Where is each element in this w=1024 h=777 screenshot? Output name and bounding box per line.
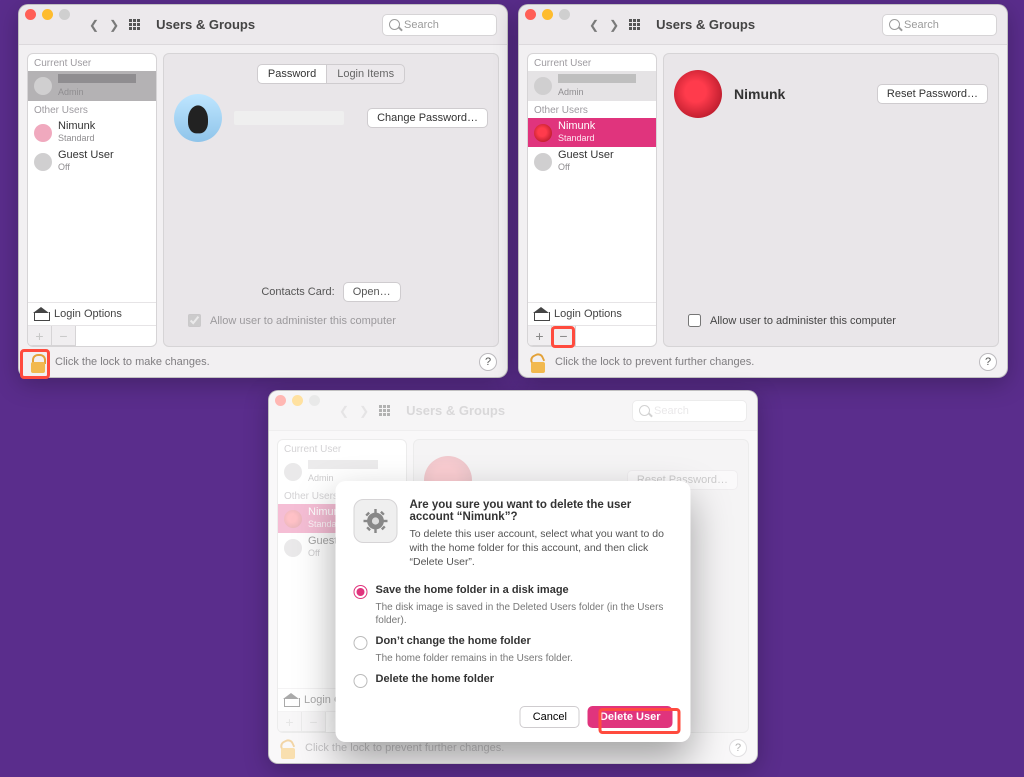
admin-checkbox — [188, 314, 201, 327]
user-avatar[interactable] — [174, 94, 222, 142]
admin-checkbox-label: Allow user to administer this computer — [210, 315, 396, 327]
forward-icon[interactable]: ❯ — [109, 18, 119, 32]
dialog-heading: Are you sure you want to delete the user… — [410, 499, 673, 523]
avatar-icon — [34, 153, 52, 171]
window-title: Users & Groups — [156, 17, 255, 32]
main-detail: Password Login Items Change Password… Co… — [163, 53, 499, 347]
delete-user-button[interactable]: Delete User — [588, 706, 673, 728]
tab-password[interactable]: Password — [257, 64, 327, 84]
sidebar-user-nimunk[interactable]: Nimunk Standard — [28, 118, 156, 147]
cancel-button[interactable]: Cancel — [520, 706, 580, 728]
user-sidebar: Current User Admin Other Users Nimunk St… — [527, 53, 657, 347]
current-user-row[interactable]: Admin — [28, 71, 156, 101]
avatar-icon — [534, 153, 552, 171]
sidebar-user-guest[interactable]: Guest User Off — [28, 147, 156, 176]
search-icon — [889, 19, 900, 30]
radio-save-disk-image[interactable]: Save the home folder in a disk image — [354, 584, 673, 599]
toolbar: ❮ ❯ Users & Groups Search — [19, 5, 507, 45]
radio-keep-folder[interactable]: Don’t change the home folder — [354, 635, 673, 650]
maximize-icon — [559, 9, 570, 20]
maximize-icon — [59, 9, 70, 20]
radio-icon — [354, 636, 368, 650]
system-prefs-icon — [354, 499, 398, 543]
tab-login-items[interactable]: Login Items — [327, 64, 405, 84]
contacts-card-label: Contacts Card: — [261, 286, 334, 298]
sidebar-user-nimunk[interactable]: Nimunk Standard — [528, 118, 656, 147]
back-icon[interactable]: ❮ — [589, 18, 599, 32]
minimize-icon[interactable] — [542, 9, 553, 20]
close-icon[interactable] — [25, 9, 36, 20]
change-password-button[interactable]: Change Password… — [367, 108, 488, 128]
search-input[interactable]: Search — [882, 14, 997, 36]
window-title: Users & Groups — [656, 17, 755, 32]
home-icon — [34, 308, 48, 320]
search-input[interactable]: Search — [382, 14, 497, 36]
grid-icon[interactable] — [129, 19, 140, 30]
search-icon — [389, 19, 400, 30]
user-display-name: Nimunk — [734, 86, 785, 102]
radio-icon — [354, 585, 368, 599]
toolbar: ❮ ❯ Users & Groups Search — [519, 5, 1007, 45]
remove-user-button[interactable]: − — [52, 326, 76, 346]
radio-icon — [354, 674, 368, 688]
login-options[interactable]: Login Options — [528, 302, 656, 325]
radio-sub: The home folder remains in the Users fol… — [376, 652, 673, 665]
admin-checkbox-label: Allow user to administer this computer — [710, 315, 896, 327]
remove-user-button[interactable]: − — [552, 326, 576, 346]
sidebar-user-guest[interactable]: Guest User Off — [528, 147, 656, 176]
help-icon[interactable]: ? — [479, 353, 497, 371]
close-icon[interactable] — [525, 9, 536, 20]
section-current: Current User — [528, 54, 656, 71]
avatar-icon — [34, 124, 52, 142]
admin-checkbox[interactable] — [688, 314, 701, 327]
grid-icon[interactable] — [629, 19, 640, 30]
avatar-icon — [34, 77, 52, 95]
add-user-button[interactable]: + — [28, 326, 52, 346]
forward-icon[interactable]: ❯ — [609, 18, 619, 32]
back-icon[interactable]: ❮ — [89, 18, 99, 32]
user-sidebar: Current User Admin Other Users Nimunk St… — [27, 53, 157, 347]
dialog-desc: To delete this user account, select what… — [410, 527, 673, 570]
lock-icon[interactable] — [29, 351, 47, 373]
radio-delete-folder[interactable]: Delete the home folder — [354, 673, 673, 688]
traffic-lights — [525, 9, 570, 20]
avatar-icon — [534, 77, 552, 95]
reset-password-button[interactable]: Reset Password… — [877, 84, 988, 104]
radio-sub: The disk image is saved in the Deleted U… — [376, 601, 673, 627]
section-other: Other Users — [28, 101, 156, 118]
current-user-row[interactable]: Admin — [528, 71, 656, 101]
login-options[interactable]: Login Options — [28, 302, 156, 325]
lock-message: Click the lock to make changes. — [55, 356, 210, 368]
unlock-icon[interactable] — [529, 351, 547, 373]
delete-user-dialog: Are you sure you want to delete the user… — [336, 481, 691, 742]
add-user-button[interactable]: + — [528, 326, 552, 346]
avatar-icon — [534, 124, 552, 142]
help-icon[interactable]: ? — [979, 353, 997, 371]
main-detail: Nimunk Reset Password… Allow user to adm… — [663, 53, 999, 347]
section-other: Other Users — [528, 101, 656, 118]
user-avatar[interactable] — [674, 70, 722, 118]
user-display-name — [234, 111, 344, 125]
traffic-lights — [25, 9, 70, 20]
home-icon — [534, 308, 548, 320]
contacts-open-button[interactable]: Open… — [343, 282, 401, 302]
minimize-icon[interactable] — [42, 9, 53, 20]
section-current: Current User — [28, 54, 156, 71]
lock-message: Click the lock to prevent further change… — [555, 356, 754, 368]
